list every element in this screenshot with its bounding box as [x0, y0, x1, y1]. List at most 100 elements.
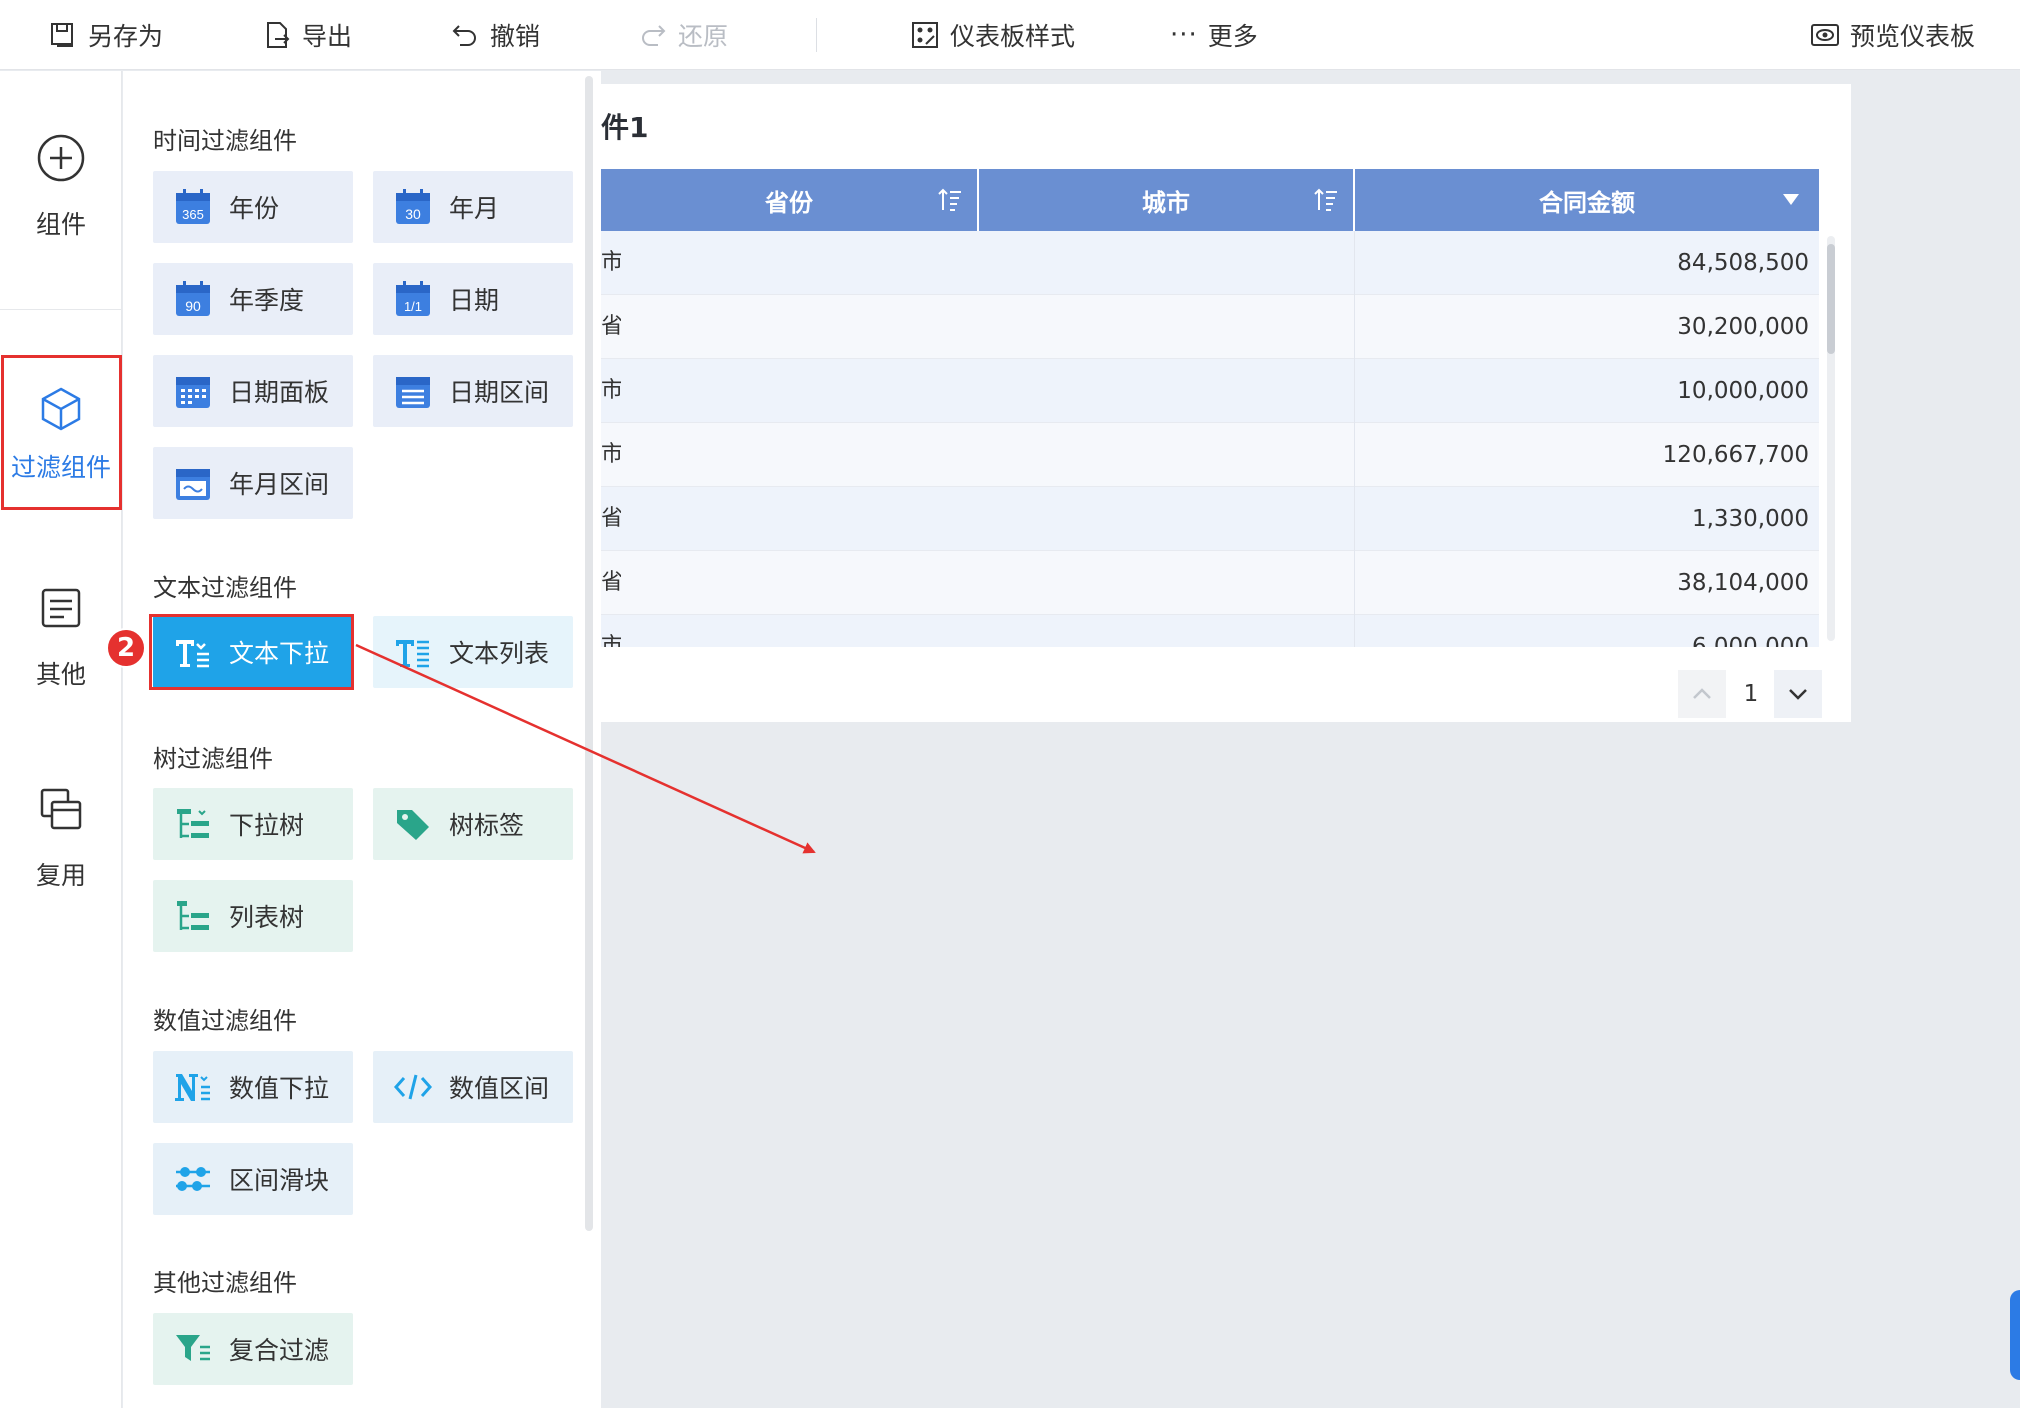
plus-circle-icon — [37, 134, 85, 182]
table-row[interactable]: 市 84,508,500 — [601, 231, 1819, 295]
comp-text-list[interactable]: 文本列表 — [373, 616, 573, 688]
chevron-up-icon — [1693, 688, 1711, 699]
column-header-city[interactable]: 城市 — [979, 169, 1355, 231]
page-number: 1 — [1743, 681, 1759, 707]
cell-amount: 1,330,000 — [1691, 506, 1809, 532]
comp-dropdown-tree[interactable]: 下拉树 — [153, 788, 353, 860]
rail-item-components[interactable]: 组件 — [0, 133, 122, 241]
cell-province: 市 — [601, 634, 621, 647]
table-row[interactable]: 市 120,667,700 — [601, 423, 1819, 487]
table-row[interactable]: 市 6,000,000 — [601, 615, 1819, 647]
calendar-icon: 90 — [176, 281, 210, 316]
section-title-tree: 树过滤组件 — [153, 745, 273, 773]
comp-date[interactable]: 1/1 日期 — [373, 263, 573, 335]
table-row[interactable]: 省 1,330,000 — [601, 487, 1819, 551]
dashboard-style-button[interactable]: 仪表板样式 — [910, 0, 1075, 70]
comp-year[interactable]: 365 年份 — [153, 171, 353, 243]
cell-province: 市 — [601, 378, 621, 403]
calendar-icon: 365 — [176, 189, 210, 224]
dashboard-style-label: 仪表板样式 — [950, 22, 1076, 51]
comp-label: 数值区间 — [449, 1074, 550, 1103]
section-title-text: 文本过滤组件 — [153, 574, 297, 602]
widget-title: 件1 — [601, 111, 649, 144]
comp-year-month-range[interactable]: 年月区间 — [153, 447, 353, 519]
scrollbar-thumb[interactable] — [1827, 244, 1835, 354]
comp-date-panel[interactable]: 日期面板 — [153, 355, 353, 427]
caret-down-icon[interactable] — [1781, 191, 1801, 207]
chevron-down-icon — [1789, 689, 1807, 700]
calendar-range-icon — [396, 377, 430, 408]
column-header-label: 合同金额 — [1539, 188, 1635, 217]
table-header: 省份 城市 合同金额 — [601, 169, 1819, 231]
comp-number-range[interactable]: 数值区间 — [373, 1051, 573, 1123]
filter-component-panel: 时间过滤组件 365 年份 30 年月 90 年季度 1/1 日期 日期面板 日… — [123, 71, 601, 1408]
comp-label: 年月区间 — [229, 470, 330, 499]
comp-date-range[interactable]: 日期区间 — [373, 355, 573, 427]
comp-compound-filter[interactable]: 复合过滤 — [153, 1313, 353, 1385]
more-button[interactable]: ··· 更多 — [1170, 0, 1258, 70]
next-page-button[interactable] — [1774, 670, 1822, 718]
table-row[interactable]: 省 38,104,000 — [601, 551, 1819, 615]
comp-number-dropdown[interactable]: 数值下拉 — [153, 1051, 353, 1123]
panel-scrollbar[interactable] — [585, 76, 593, 1231]
palette-icon — [912, 22, 938, 48]
document-icon — [41, 588, 81, 628]
comp-label: 树标签 — [449, 811, 525, 840]
comp-label: 日期 — [449, 286, 500, 315]
comp-list-tree[interactable]: 列表树 — [153, 880, 353, 952]
comp-year-quarter[interactable]: 90 年季度 — [153, 263, 353, 335]
cell-amount: 120,667,700 — [1662, 442, 1809, 468]
table-widget[interactable]: 件1 省份 城市 合同金额 市 84,508,500 省 30,200,000 市 1… — [601, 84, 1851, 722]
calendar-wave-icon — [176, 469, 210, 500]
comp-range-slider[interactable]: 区间滑块 — [153, 1143, 353, 1215]
column-header-province[interactable]: 省份 — [601, 169, 979, 231]
calendar-icon-text: 1/1 — [404, 299, 422, 314]
side-panel-toggle[interactable] — [2010, 1290, 2020, 1380]
save-as-button[interactable]: 另存为 — [48, 0, 163, 70]
annotation-highlight-filter — [1, 355, 122, 510]
copy-icon — [40, 788, 82, 830]
rail-item-label: 组件 — [35, 210, 86, 239]
tree-list-icon — [177, 901, 209, 930]
rail-item-other[interactable]: 其他 — [0, 583, 122, 691]
comp-tree-tag[interactable]: 树标签 — [373, 788, 573, 860]
more-label: 更多 — [1207, 22, 1258, 51]
cell-amount: 84,508,500 — [1677, 250, 1809, 276]
preview-dashboard-button[interactable]: 预览仪表板 — [1810, 0, 1975, 70]
comp-label: 列表树 — [229, 903, 305, 932]
cell-province: 市 — [601, 250, 621, 275]
table-row[interactable]: 市 10,000,000 — [601, 359, 1819, 423]
cell-amount: 10,000,000 — [1677, 378, 1809, 404]
top-toolbar: 另存为 导出 撤销 还原 仪表板样式 ··· 更多 预览仪表板 — [0, 0, 2020, 70]
sort-icon[interactable] — [1313, 186, 1339, 214]
comp-label: 年月 — [449, 194, 500, 223]
prev-page-button[interactable] — [1678, 670, 1726, 718]
column-header-label: 城市 — [1142, 188, 1190, 217]
table-scrollbar[interactable] — [1827, 236, 1835, 641]
undo-icon — [452, 25, 476, 46]
cell-amount: 30,200,000 — [1677, 314, 1809, 340]
comp-year-month[interactable]: 30 年月 — [373, 171, 573, 243]
cell-province: 省 — [601, 570, 621, 595]
column-header-amount[interactable]: 合同金额 — [1355, 169, 1819, 231]
calendar-icon: 1/1 — [396, 281, 430, 316]
slider-icon — [176, 1167, 210, 1191]
export-button[interactable]: 导出 — [262, 0, 352, 70]
cell-province: 市 — [601, 442, 621, 467]
export-icon — [267, 22, 290, 48]
section-title-other: 其他过滤组件 — [153, 1269, 297, 1297]
redo-icon — [642, 25, 666, 46]
rail-item-reuse[interactable]: 复用 — [0, 784, 122, 892]
sort-icon[interactable] — [937, 186, 963, 214]
eye-icon — [1811, 24, 1839, 46]
tag-icon — [397, 810, 429, 840]
undo-button[interactable]: 撤销 — [450, 0, 540, 70]
rail-divider — [0, 309, 122, 310]
comp-label: 年份 — [229, 194, 280, 223]
comp-label: 下拉树 — [229, 811, 305, 840]
redo-button[interactable]: 还原 — [638, 0, 728, 70]
table-row[interactable]: 省 30,200,000 — [601, 295, 1819, 359]
text-list-icon — [396, 640, 429, 668]
undo-label: 撤销 — [490, 22, 541, 51]
table-body: 市 84,508,500 省 30,200,000 市 10,000,000 市 120… — [601, 231, 1819, 647]
